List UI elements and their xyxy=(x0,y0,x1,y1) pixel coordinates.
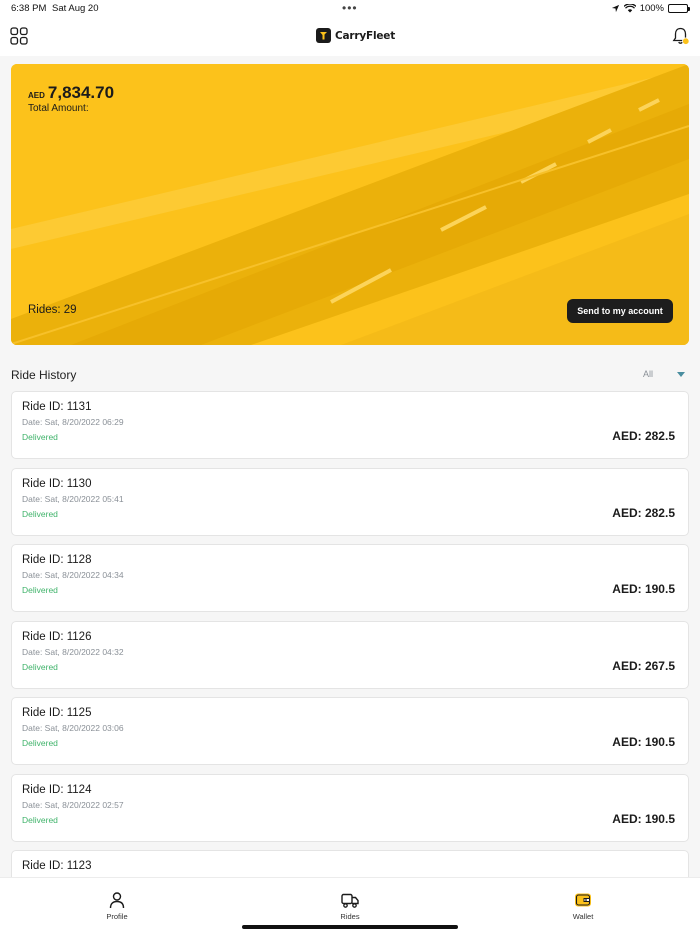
ride-card[interactable]: Ride ID: 1130 Date: Sat, 8/20/2022 05:41… xyxy=(11,468,689,536)
earnings-summary-card: AED 7,834.70 Total Amount: Rides: 29 Sen… xyxy=(11,64,689,345)
ride-date: Date: Sat, 8/20/2022 02:57 xyxy=(22,800,124,810)
ride-amount: AED: 190.5 xyxy=(612,735,675,749)
ride-status: Delivered xyxy=(22,815,58,825)
ride-amount: AED: 267.5 xyxy=(612,659,675,673)
tab-wallet[interactable]: Wallet xyxy=(553,891,613,923)
ride-card[interactable]: Ride ID: 1124 Date: Sat, 8/20/2022 02:57… xyxy=(11,774,689,842)
ride-amount: AED: 282.5 xyxy=(612,429,675,443)
bell-icon[interactable] xyxy=(671,26,691,46)
tab-label-rides: Rides xyxy=(340,912,360,921)
ride-date: Date: Sat, 8/20/2022 04:34 xyxy=(22,570,124,580)
top-nav: CarryFleet xyxy=(0,18,700,56)
ride-status: Delivered xyxy=(22,432,58,442)
ride-history-list[interactable]: Ride ID: 1131 Date: Sat, 8/20/2022 06:29… xyxy=(11,391,689,877)
ride-date: Date: Sat, 8/20/2022 03:06 xyxy=(22,723,124,733)
tab-profile[interactable]: Profile xyxy=(87,891,147,923)
wifi-icon xyxy=(623,4,636,13)
filter-selected-value: All xyxy=(643,369,654,379)
ride-date: Date: Sat, 8/20/2022 04:32 xyxy=(22,647,124,657)
ride-id: Ride ID: 1128 xyxy=(22,554,92,566)
rides-count: Rides: 29 xyxy=(28,304,77,316)
status-date: Sat Aug 20 xyxy=(52,3,99,14)
ride-card[interactable]: Ride ID: 1123 xyxy=(11,850,689,877)
ride-amount: AED: 190.5 xyxy=(612,582,675,596)
ride-date: Date: Sat, 8/20/2022 06:29 xyxy=(22,417,124,427)
battery-icon xyxy=(668,4,690,13)
ride-filter-dropdown[interactable]: All xyxy=(643,369,687,383)
ride-card[interactable]: Ride ID: 1131 Date: Sat, 8/20/2022 06:29… xyxy=(11,391,689,459)
ride-history-title: Ride History xyxy=(11,368,77,382)
home-indicator xyxy=(242,925,458,929)
ride-amount: AED: 282.5 xyxy=(612,506,675,520)
person-icon xyxy=(109,892,125,909)
ride-card[interactable]: Ride ID: 1128 Date: Sat, 8/20/2022 04:34… xyxy=(11,544,689,612)
send-to-account-button[interactable]: Send to my account xyxy=(567,299,673,323)
notification-badge xyxy=(682,37,690,45)
battery-percentage: 100% xyxy=(639,3,664,14)
grid-menu-icon[interactable] xyxy=(10,27,28,45)
multitasking-dots-icon[interactable]: ••• xyxy=(342,1,358,15)
total-currency: AED xyxy=(28,91,45,100)
wallet-icon xyxy=(575,893,591,907)
tab-rides[interactable]: Rides xyxy=(320,891,380,923)
ride-card[interactable]: Ride ID: 1125 Date: Sat, 8/20/2022 03:06… xyxy=(11,697,689,765)
truck-icon xyxy=(341,893,359,908)
ride-status: Delivered xyxy=(22,738,58,748)
ride-id: Ride ID: 1123 xyxy=(22,860,92,872)
ride-status: Delivered xyxy=(22,509,58,519)
ride-id: Ride ID: 1126 xyxy=(22,631,92,643)
status-time: 6:38 PM xyxy=(11,3,47,14)
status-bar: 6:38 PM Sat Aug 20 ••• 100% xyxy=(0,0,700,18)
total-amount: AED 7,834.70 xyxy=(28,83,114,103)
brand-name: CarryFleet xyxy=(335,29,396,42)
ride-amount: AED: 190.5 xyxy=(612,812,675,826)
carryfleet-logo-icon xyxy=(316,28,331,43)
ride-id: Ride ID: 1130 xyxy=(22,478,92,490)
ride-id: Ride ID: 1131 xyxy=(22,401,92,413)
total-value: 7,834.70 xyxy=(47,83,115,102)
brand-logo: CarryFleet xyxy=(316,28,395,43)
location-icon xyxy=(611,4,619,13)
ride-status: Delivered xyxy=(22,662,58,672)
ride-id: Ride ID: 1125 xyxy=(22,707,92,719)
total-amount-label: Total Amount: xyxy=(28,103,89,114)
tab-label-wallet: Wallet xyxy=(572,912,594,921)
ride-card[interactable]: Ride ID: 1126 Date: Sat, 8/20/2022 04:32… xyxy=(11,621,689,689)
caret-down-icon xyxy=(677,372,685,377)
tab-label-profile: Profile xyxy=(106,912,128,921)
ride-id: Ride ID: 1124 xyxy=(22,784,92,796)
ride-status: Delivered xyxy=(22,585,58,595)
ride-date: Date: Sat, 8/20/2022 05:41 xyxy=(22,494,124,504)
